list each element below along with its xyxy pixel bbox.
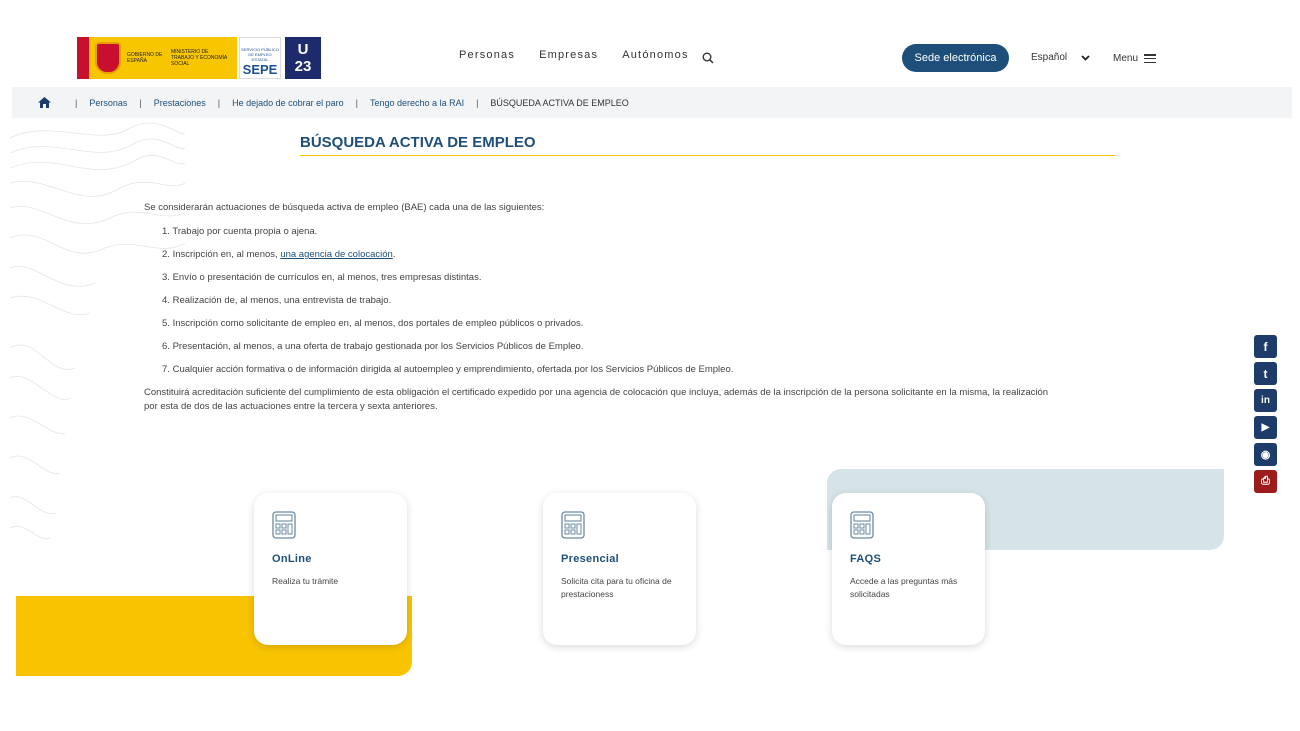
nav-autonomos[interactable]: Autónomos (622, 49, 688, 61)
facebook-icon[interactable]: f (1254, 335, 1277, 358)
pdf-icon[interactable]: ⎙ (1254, 470, 1277, 493)
calculator-icon (561, 511, 585, 539)
card-description: Accede a las preguntas más solicitadas (850, 576, 958, 599)
breadcrumb-personas[interactable]: Personas (89, 98, 127, 108)
breadcrumb-separator: | (75, 97, 78, 108)
list-item: 2. Inscripción en, al menos, una agencia… (162, 249, 396, 260)
page-title: BÚSQUEDA ACTIVA DE EMPLEO (300, 134, 536, 151)
main-nav: Personas Empresas Autónomos (459, 49, 689, 61)
nav-personas[interactable]: Personas (459, 49, 515, 61)
flag-stripe (77, 37, 89, 79)
gov-text: GOBIERNO DE ESPAÑA (127, 52, 163, 64)
linkedin-icon[interactable]: in (1254, 389, 1277, 412)
card-title: OnLine (272, 553, 312, 565)
search-icon[interactable] (702, 52, 714, 64)
list-item: 4. Realización de, al menos, una entrevi… (162, 295, 392, 306)
language-selector[interactable]: Español (1031, 52, 1090, 63)
closing-text: Constituirá acreditación suficiente del … (144, 387, 1049, 412)
home-icon[interactable] (38, 97, 51, 108)
list-item: 7. Cualquier acción formativa o de infor… (162, 364, 734, 375)
breadcrumb-separator: | (355, 97, 359, 108)
intro-text: Se considerarán actuaciones de búsqueda … (144, 202, 545, 213)
card-title: FAQS (850, 553, 882, 565)
u23-line2: 23 (294, 58, 312, 75)
sepe-text: SEPE (242, 62, 278, 78)
sepe-small-text: SERVICIO PÚBLICO DE EMPLEO ESTATAL (241, 47, 279, 62)
site-logo[interactable]: GOBIERNO DE ESPAÑA MINISTERIO DE TRABAJO… (77, 37, 321, 79)
card-faqs[interactable]: FAQS Accede a las preguntas más solicita… (832, 493, 985, 645)
menu-label: Menu (1113, 53, 1139, 64)
main-content: Se considerarán actuaciones de búsqueda … (144, 201, 1064, 414)
breadcrumb-current: BÚSQUEDA ACTIVA DE EMPLEO (490, 97, 629, 108)
u23-logo: U 23 (285, 37, 321, 79)
nav-empresas[interactable]: Empresas (539, 49, 598, 61)
agencia-colocacion-link[interactable]: una agencia de colocación (280, 249, 393, 260)
title-underline (300, 155, 1116, 156)
breadcrumb: | Personas | Prestaciones | He dejado de… (12, 87, 1292, 118)
list-item: 1. Trabajo por cuenta propia o ajena. (162, 226, 318, 237)
sede-electronica-button[interactable]: Sede electrónica (902, 44, 1009, 72)
coat-of-arms-icon (95, 42, 121, 74)
chevron-down-icon (1081, 54, 1090, 61)
calculator-icon (272, 511, 296, 539)
list-item: 3. Envío o presentación de currículos en… (162, 272, 482, 283)
youtube-icon[interactable]: ▶ (1254, 416, 1277, 439)
hamburger-icon (1144, 54, 1157, 63)
calculator-icon (850, 511, 874, 539)
rss-icon[interactable]: ◉ (1254, 443, 1277, 466)
breadcrumb-derecho-rai[interactable]: Tengo derecho a la RAI (370, 98, 464, 108)
language-label: Español (1031, 52, 1068, 63)
sepe-logo: SERVICIO PÚBLICO DE EMPLEO ESTATAL SEPE (239, 37, 281, 79)
u23-line1: U (297, 41, 309, 58)
card-online[interactable]: OnLine Realiza tu trámite (254, 493, 407, 645)
breadcrumb-separator: | (476, 97, 479, 108)
site-header: GOBIERNO DE ESPAÑA MINISTERIO DE TRABAJO… (0, 0, 1300, 86)
breadcrumb-separator: | (139, 97, 142, 108)
card-title: Presencial (561, 553, 620, 565)
twitter-icon[interactable]: t (1254, 362, 1277, 385)
card-presencial[interactable]: Presencial Solicita cita para tu oficina… (543, 493, 696, 645)
card-description: Solicita cita para tu oficina de prestac… (561, 576, 672, 599)
card-description: Realiza tu trámite (272, 576, 339, 586)
menu-button[interactable]: Menu (1113, 53, 1157, 64)
breadcrumb-separator: | (217, 97, 221, 108)
list-item: 5. Inscripción como solicitante de emple… (162, 318, 584, 329)
breadcrumb-prestaciones[interactable]: Prestaciones (154, 98, 206, 108)
gobierno-logo: GOBIERNO DE ESPAÑA MINISTERIO DE TRABAJO… (77, 37, 237, 79)
bae-list: 1. Trabajo por cuenta propia o ajena. 2.… (144, 225, 1064, 377)
social-bar: f t in ▶ ◉ ⎙ (1254, 335, 1277, 493)
list-item: 6. Presentación, al menos, a una oferta … (162, 341, 584, 352)
breadcrumb-dejado-paro[interactable]: He dejado de cobrar el paro (232, 98, 344, 108)
ministry-text: MINISTERIO DE TRABAJO Y ECONOMÍA SOCIAL (171, 49, 227, 67)
